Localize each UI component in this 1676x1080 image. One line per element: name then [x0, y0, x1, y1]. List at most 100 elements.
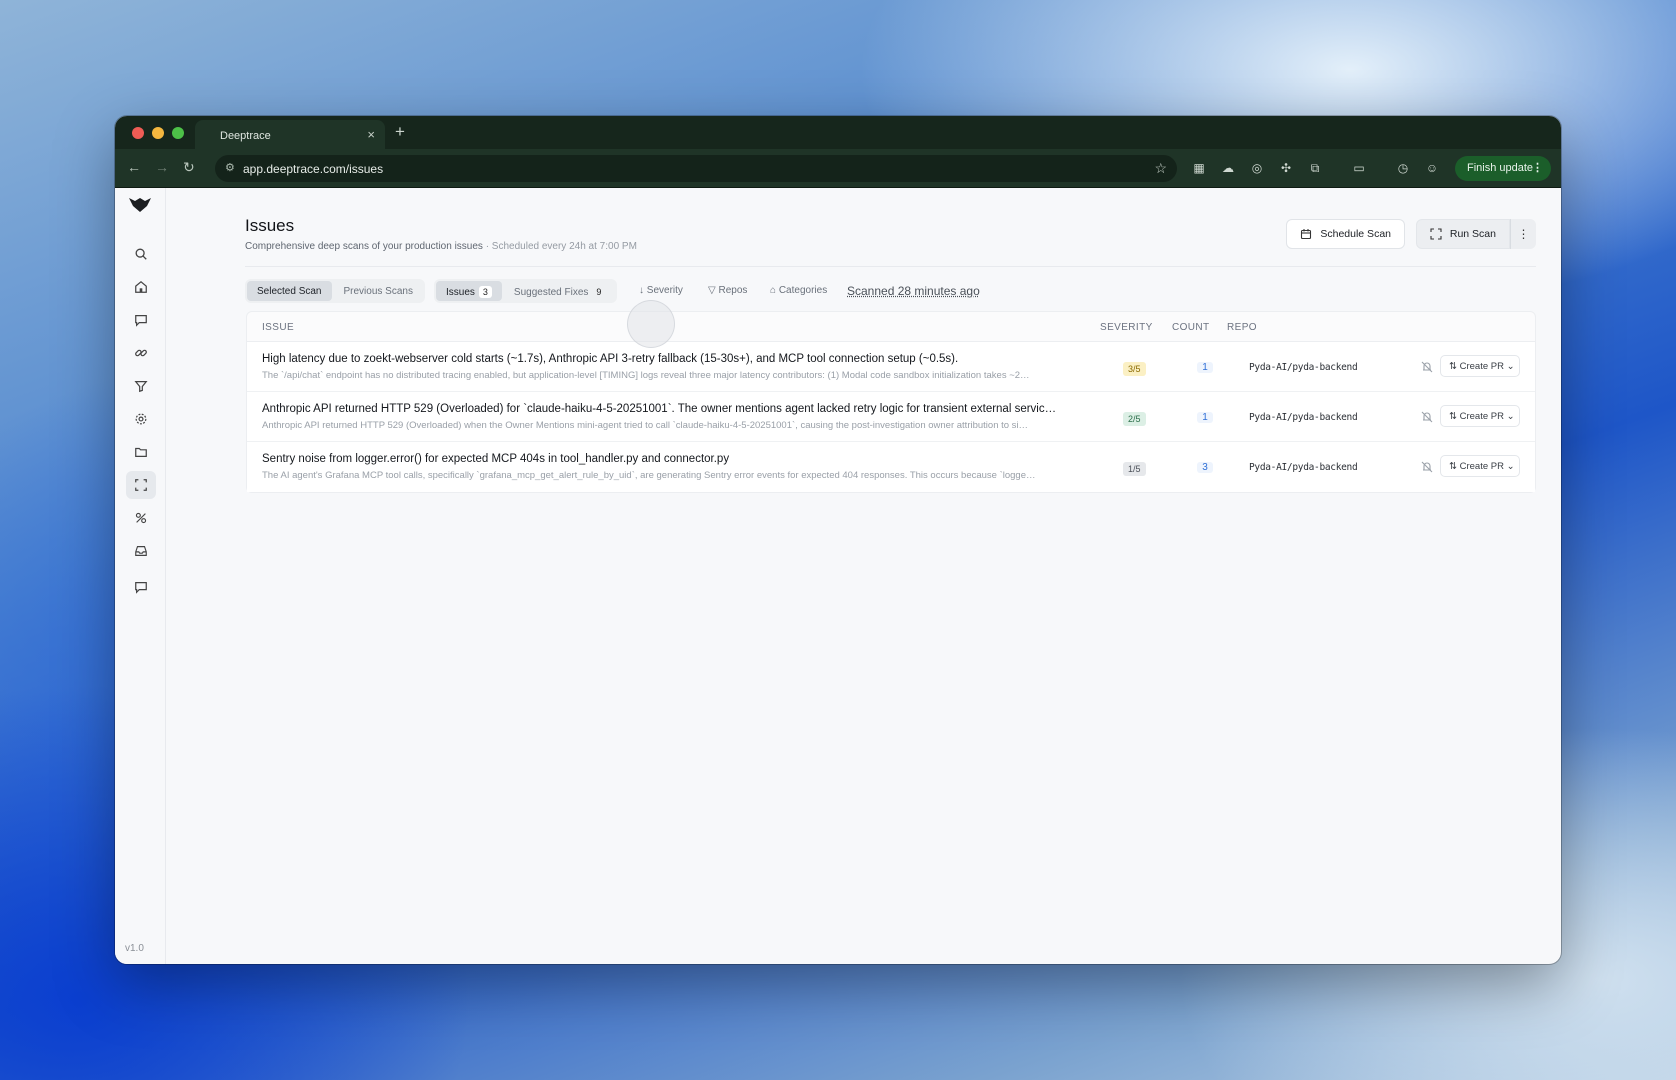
- extension-cloud-icon[interactable]: ☁: [1220, 160, 1236, 176]
- issue-title[interactable]: High latency due to zoekt-webserver cold…: [262, 353, 1092, 365]
- create-pr-label: Create PR: [1459, 361, 1504, 372]
- run-scan-label: Run Scan: [1449, 228, 1496, 240]
- issues-table: ISSUE SEVERITY COUNT REPO High latency d…: [246, 311, 1536, 493]
- close-window-button[interactable]: [132, 127, 144, 139]
- feedback-icon[interactable]: [126, 573, 156, 601]
- filter-icon: ▽: [708, 285, 716, 296]
- app: v1.0 Issues Comprehensive deep scans of …: [115, 188, 1561, 964]
- bookmark-star-icon[interactable]: ☆: [1154, 160, 1167, 177]
- fixes-count-badge: 9: [596, 287, 602, 297]
- create-pr-button[interactable]: ⇅ Create PR ⌄: [1440, 355, 1520, 377]
- performance-icon[interactable]: ◷: [1395, 160, 1411, 176]
- tag-icon: ⌂: [770, 285, 777, 296]
- repos-filter[interactable]: ▽ Repos: [708, 285, 747, 296]
- tab-suggested-fixes[interactable]: Suggested Fixes 9: [504, 281, 616, 301]
- page-subtitle: Comprehensive deep scans of your product…: [245, 241, 637, 252]
- integrations-icon[interactable]: [126, 504, 156, 532]
- create-pr-button[interactable]: ⇅ Create PR ⌄: [1440, 455, 1520, 477]
- sidebar: v1.0: [115, 188, 166, 964]
- column-count: COUNT: [1172, 322, 1210, 333]
- schedule-note: · Scheduled every 24h at 7:00 PM: [485, 241, 637, 252]
- severity-badge: 1/5: [1123, 462, 1146, 476]
- schedule-scan-label: Schedule Scan: [1320, 228, 1391, 240]
- issues-label: Issues: [446, 287, 475, 298]
- maximize-window-button[interactable]: [172, 127, 184, 139]
- categories-filter[interactable]: ⌂ Categories: [770, 285, 827, 296]
- header-divider: [245, 266, 1536, 267]
- tab-issues[interactable]: Issues 3: [436, 281, 502, 301]
- address-bar[interactable]: ⚙ app.deeptrace.com/issues ☆: [215, 155, 1177, 182]
- more-options-icon[interactable]: ⋮: [1510, 219, 1536, 249]
- extension-openai-icon[interactable]: ◎: [1249, 160, 1265, 176]
- table-row[interactable]: Anthropic API returned HTTP 529 (Overloa…: [247, 392, 1535, 442]
- extension-qr-icon[interactable]: ▦: [1191, 160, 1207, 176]
- issue-description: The AI agent's Grafana MCP tool calls, s…: [262, 470, 1036, 481]
- browser-tab[interactable]: Deeptrace ×: [195, 120, 385, 149]
- count-badge: 1: [1197, 412, 1213, 423]
- scan-icon: [1430, 228, 1442, 240]
- main-content: Issues Comprehensive deep scans of your …: [166, 188, 1561, 964]
- inbox-icon[interactable]: [126, 537, 156, 565]
- fixes-label: Suggested Fixes: [513, 287, 589, 298]
- tab-previous-scans[interactable]: Previous Scans: [334, 281, 423, 301]
- issues-count-badge: 3: [478, 286, 492, 298]
- extension-grid-icon[interactable]: ✣: [1278, 160, 1294, 176]
- new-tab-icon[interactable]: +: [395, 122, 405, 142]
- issue-title[interactable]: Sentry noise from logger.error() for exp…: [262, 453, 1092, 465]
- categories-label: Categories: [778, 285, 828, 296]
- repo-name[interactable]: Pyda-AI/pyda-backend: [1249, 462, 1358, 473]
- page-title: Issues: [245, 216, 295, 235]
- search-icon[interactable]: [126, 240, 156, 268]
- back-icon[interactable]: ←: [127, 159, 141, 175]
- minimize-window-button[interactable]: [152, 127, 164, 139]
- tab-close-icon[interactable]: ×: [367, 127, 375, 142]
- deeptrace-logo-icon[interactable]: [129, 198, 151, 212]
- folder-icon[interactable]: [126, 438, 156, 466]
- create-pr-button[interactable]: ⇅ Create PR ⌄: [1440, 405, 1520, 427]
- tab-bar: Deeptrace × +: [115, 116, 1561, 149]
- severity-badge: 2/5: [1123, 412, 1146, 426]
- chat-icon[interactable]: [126, 306, 156, 334]
- forward-icon[interactable]: →: [155, 159, 169, 175]
- issue-title[interactable]: Anthropic API returned HTTP 529 (Overloa…: [262, 403, 1092, 415]
- schedule-scan-button[interactable]: Schedule Scan: [1286, 219, 1405, 249]
- mute-bell-icon[interactable]: [1420, 460, 1434, 474]
- profile-icon[interactable]: ☺: [1424, 160, 1440, 176]
- count-badge: 3: [1197, 462, 1213, 473]
- repos-label: Repos: [718, 285, 748, 296]
- settings-gear-icon[interactable]: [126, 405, 156, 433]
- repo-name[interactable]: Pyda-AI/pyda-backend: [1249, 362, 1358, 373]
- issue-description: The `/api/chat` endpoint has no distribu…: [262, 370, 1030, 381]
- browser-toolbar: ← → ↻ ⚙ app.deeptrace.com/issues ☆ ▦ ☁ ◎…: [115, 149, 1561, 188]
- scan-selector: Selected Scan Previous Scans: [245, 279, 425, 303]
- finish-update-button[interactable]: Finish update ⋮: [1455, 156, 1551, 181]
- app-version: v1.0: [125, 943, 144, 954]
- tab-selected-scan[interactable]: Selected Scan: [247, 281, 332, 301]
- site-settings-icon[interactable]: ⚙: [225, 161, 235, 174]
- run-scan-button[interactable]: Run Scan: [1415, 219, 1510, 249]
- table-row[interactable]: High latency due to zoekt-webserver cold…: [247, 342, 1535, 392]
- scanned-time[interactable]: Scanned 28 minutes ago: [847, 284, 980, 298]
- mute-bell-icon[interactable]: [1420, 360, 1434, 374]
- mute-bell-icon[interactable]: [1420, 410, 1434, 424]
- repo-name[interactable]: Pyda-AI/pyda-backend: [1249, 412, 1358, 423]
- window-controls: [132, 127, 184, 139]
- chevron-down-icon: ⌄: [1506, 411, 1515, 422]
- create-pr-label: Create PR: [1459, 461, 1504, 472]
- url-text: app.deeptrace.com/issues: [243, 162, 384, 176]
- filter-icon[interactable]: [126, 372, 156, 400]
- cursor-highlight: [627, 300, 675, 348]
- table-row[interactable]: Sentry noise from logger.error() for exp…: [247, 442, 1535, 492]
- column-repo: REPO: [1227, 322, 1257, 333]
- link-icon[interactable]: [126, 339, 156, 367]
- scan-icon[interactable]: [126, 471, 156, 499]
- reload-icon[interactable]: ↻: [183, 159, 195, 176]
- reading-list-icon[interactable]: ▭: [1351, 160, 1367, 176]
- extensions-puzzle-icon[interactable]: ⧉: [1307, 160, 1323, 176]
- browser-window: Deeptrace × + ← → ↻ ⚙ app.deeptrace.com/…: [115, 116, 1561, 964]
- finish-update-label: Finish update: [1467, 162, 1534, 174]
- browser-menu-icon[interactable]: ⋮: [1532, 161, 1543, 174]
- home-icon[interactable]: [126, 273, 156, 301]
- table-header: ISSUE SEVERITY COUNT REPO: [247, 312, 1535, 342]
- severity-sort[interactable]: ↓ Severity: [639, 285, 683, 296]
